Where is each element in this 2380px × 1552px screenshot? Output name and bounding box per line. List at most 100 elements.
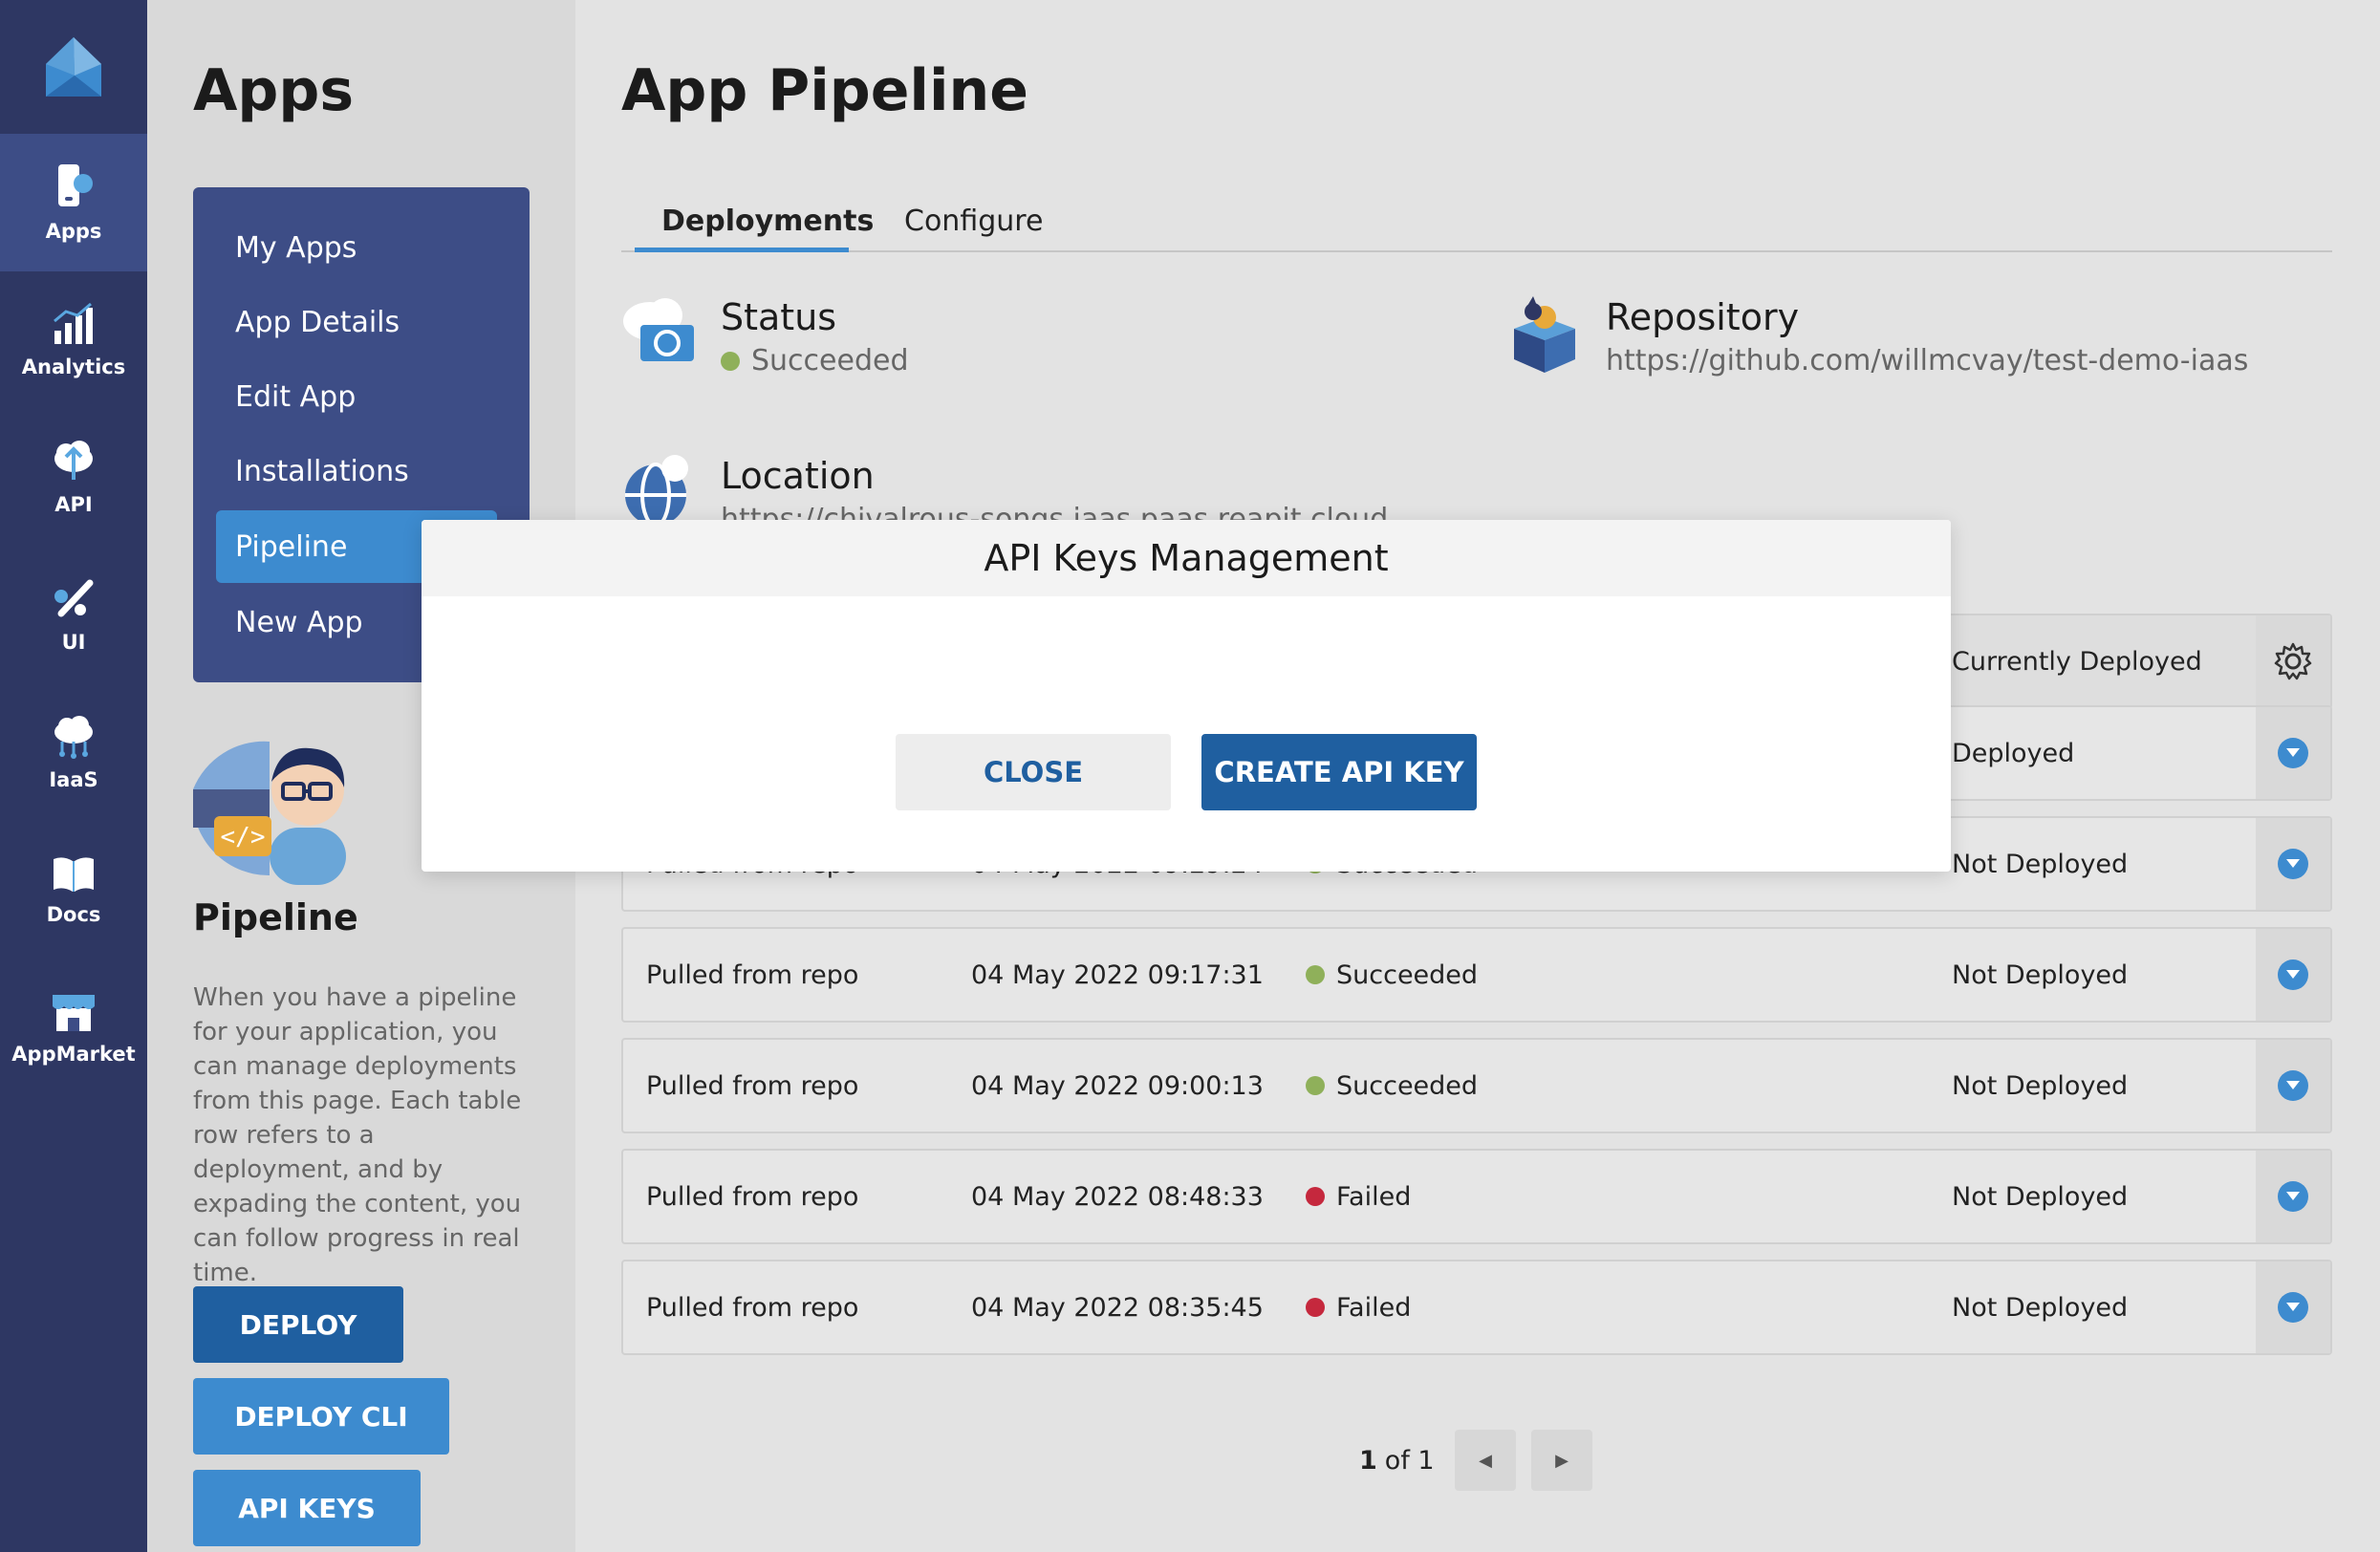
submenu-item-installations[interactable]: Installations bbox=[216, 435, 497, 507]
chevron-down-icon bbox=[2278, 959, 2308, 990]
docs-icon bbox=[54, 857, 94, 892]
rail-label: Apps bbox=[45, 220, 102, 243]
page-current: 1 bbox=[1359, 1445, 1377, 1476]
row-status: Succeeded bbox=[1306, 1040, 1478, 1132]
api-keys-button[interactable]: API KEYS bbox=[193, 1470, 421, 1546]
modal-title: API Keys Management bbox=[422, 520, 1951, 596]
icon-rail: Apps Analytics API UI IaaS Docs AppMarke… bbox=[0, 0, 147, 1552]
rail-item-ui[interactable]: UI bbox=[0, 547, 147, 684]
apps-icon bbox=[58, 164, 93, 206]
failed-dot bbox=[1306, 1187, 1325, 1206]
rail-label: IaaS bbox=[49, 768, 98, 791]
success-dot bbox=[1306, 1076, 1325, 1095]
row-expander[interactable] bbox=[2256, 1261, 2330, 1353]
row-deployed: Not Deployed bbox=[1952, 1181, 2129, 1212]
row-source: Pulled from repo bbox=[646, 1070, 859, 1101]
table-row[interactable]: Pulled from repo 04 May 2022 09:17:31 Su… bbox=[621, 927, 2332, 1023]
chevron-down-icon bbox=[2278, 849, 2308, 879]
row-expander[interactable] bbox=[2256, 1151, 2330, 1242]
submenu-item-edit-app[interactable]: Edit App bbox=[216, 360, 497, 433]
row-source: Pulled from repo bbox=[646, 1181, 859, 1212]
deploy-button[interactable]: DEPLOY bbox=[193, 1286, 403, 1363]
rail-label: AppMarket bbox=[11, 1043, 136, 1066]
row-date: 04 May 2022 08:48:33 bbox=[971, 1181, 1264, 1212]
row-status-text: Succeeded bbox=[1336, 959, 1479, 990]
rail-label: UI bbox=[61, 631, 86, 654]
row-deployed: Not Deployed bbox=[1952, 959, 2129, 990]
page-total: of 1 bbox=[1384, 1445, 1435, 1476]
logo-icon[interactable] bbox=[0, 0, 147, 134]
rail-label: Docs bbox=[46, 903, 101, 926]
tab-deployments[interactable]: Deployments bbox=[661, 205, 874, 238]
success-dot bbox=[1306, 965, 1325, 984]
tab-configure[interactable]: Configure bbox=[904, 205, 1043, 238]
submenu-item-app-details[interactable]: App Details bbox=[216, 286, 497, 358]
currently-deployed-header: Currently Deployed bbox=[1952, 646, 2202, 677]
rail-label: API bbox=[54, 493, 93, 516]
chevron-down-icon bbox=[2278, 1292, 2308, 1323]
create-api-key-button[interactable]: CREATE API KEY bbox=[1201, 734, 1477, 810]
row-status-text: Failed bbox=[1336, 1181, 1412, 1212]
rail-item-api[interactable]: API bbox=[0, 409, 147, 547]
row-deployed: Not Deployed bbox=[1952, 1070, 2129, 1101]
caret-right-icon: ▶ bbox=[1555, 1450, 1569, 1471]
row-deployed: Deployed bbox=[1952, 738, 2075, 768]
status-value: Succeeded bbox=[721, 344, 909, 377]
row-source: Pulled from repo bbox=[646, 959, 859, 990]
rail-item-appmarket[interactable]: AppMarket bbox=[0, 959, 147, 1097]
ui-icon bbox=[54, 579, 94, 617]
row-expander[interactable] bbox=[2256, 1040, 2330, 1132]
deploy-cli-button[interactable]: DEPLOY CLI bbox=[193, 1378, 449, 1455]
sidebar-title: Apps bbox=[193, 57, 355, 124]
svg-text:</>: </> bbox=[221, 823, 266, 851]
chevron-down-icon bbox=[2278, 1070, 2308, 1101]
repository-label: Repository bbox=[1606, 296, 1800, 338]
chevron-down-icon bbox=[2278, 1181, 2308, 1212]
row-date: 04 May 2022 09:17:31 bbox=[971, 959, 1264, 990]
row-expander[interactable] bbox=[2256, 929, 2330, 1021]
chevron-down-icon bbox=[2278, 738, 2308, 768]
row-status: Failed bbox=[1306, 1151, 1411, 1242]
failed-dot bbox=[1306, 1298, 1325, 1317]
table-row[interactable]: Pulled from repo 04 May 2022 08:48:33 Fa… bbox=[621, 1149, 2332, 1244]
tab-bar: Deployments Configure bbox=[621, 191, 2332, 252]
row-date: 04 May 2022 09:00:13 bbox=[971, 1070, 1264, 1101]
location-label: Location bbox=[721, 455, 875, 497]
globe-icon bbox=[625, 455, 688, 524]
row-expander[interactable] bbox=[2256, 818, 2330, 910]
analytics-icon bbox=[54, 302, 93, 344]
row-deployed: Not Deployed bbox=[1952, 849, 2129, 879]
pagination-info: 1 of 1 bbox=[1359, 1430, 1435, 1491]
active-tab-indicator bbox=[635, 248, 849, 252]
submenu-item-my-apps[interactable]: My Apps bbox=[216, 211, 497, 284]
success-dot bbox=[721, 351, 740, 371]
pipeline-description: When you have a pipeline for your applic… bbox=[193, 983, 522, 1287]
next-page-button[interactable]: ▶ bbox=[1531, 1430, 1592, 1491]
caret-left-icon: ◀ bbox=[1479, 1450, 1492, 1471]
row-deployed: Not Deployed bbox=[1952, 1292, 2129, 1323]
status-icon bbox=[623, 298, 694, 361]
status-value-text: Succeeded bbox=[751, 344, 909, 377]
repository-url[interactable]: https://github.com/willmcvay/test-demo-i… bbox=[1606, 344, 2248, 377]
rail-item-iaas[interactable]: IaaS bbox=[0, 684, 147, 822]
row-expander[interactable] bbox=[2256, 707, 2330, 799]
rail-label: Analytics bbox=[21, 356, 126, 378]
row-status: Failed bbox=[1306, 1261, 1411, 1353]
rail-item-apps[interactable]: Apps bbox=[0, 134, 147, 271]
row-date: 04 May 2022 08:35:45 bbox=[971, 1292, 1264, 1323]
prev-page-button[interactable]: ◀ bbox=[1455, 1430, 1516, 1491]
page-title: App Pipeline bbox=[621, 57, 1028, 124]
rail-item-docs[interactable]: Docs bbox=[0, 822, 147, 959]
table-row[interactable]: Pulled from repo 04 May 2022 08:35:45 Fa… bbox=[621, 1260, 2332, 1355]
developer-avatar: </> bbox=[193, 741, 346, 885]
table-row[interactable]: Pulled from repo 04 May 2022 09:00:13 Su… bbox=[621, 1038, 2332, 1133]
row-status-text: Succeeded bbox=[1336, 1070, 1479, 1101]
appmarket-icon bbox=[53, 995, 95, 1031]
iaas-icon bbox=[54, 716, 93, 759]
row-status: Succeeded bbox=[1306, 929, 1478, 1021]
settings-cell[interactable] bbox=[2256, 615, 2330, 707]
status-label: Status bbox=[721, 296, 837, 338]
rail-item-analytics[interactable]: Analytics bbox=[0, 271, 147, 409]
row-status-text: Failed bbox=[1336, 1292, 1412, 1323]
close-button[interactable]: CLOSE bbox=[896, 734, 1171, 810]
